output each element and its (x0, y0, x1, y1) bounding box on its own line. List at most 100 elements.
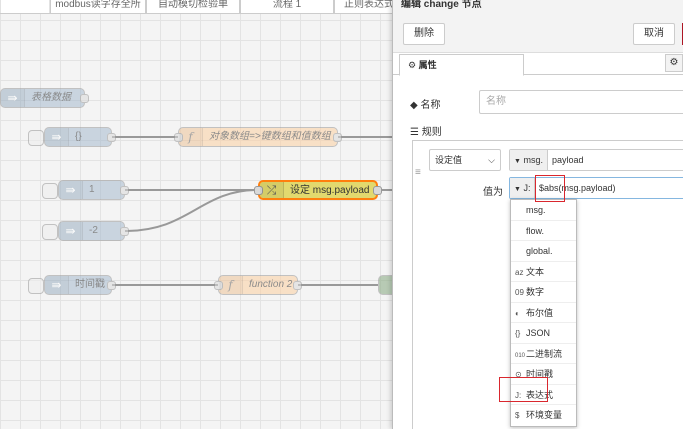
output-port[interactable] (107, 281, 116, 290)
node-label: 对象数组=>键数组和值数组 (209, 131, 331, 142)
inject-minus-two-node[interactable]: ⇛ -2 (42, 221, 129, 241)
editor-tabs: ⚙ 属性 ⚙ (393, 53, 683, 76)
node-label: 设定 msg.payload (290, 185, 370, 196)
clock-icon: ⊙ (515, 370, 522, 379)
text-type-icon: az (515, 267, 524, 277)
menu-item-msg[interactable]: msg. (511, 200, 576, 221)
output-port[interactable] (120, 186, 129, 195)
wires (112, 136, 392, 286)
number-type-icon: 09 (515, 288, 524, 297)
node-label: {} (75, 131, 82, 142)
target-value: payload (552, 155, 584, 165)
value-type-menu: msg. flow. global. az 文本 09 数字 ◐ 布尔值 {} JSON… (510, 199, 577, 427)
env-var-icon: $ (515, 411, 520, 420)
output-port[interactable] (373, 186, 382, 195)
list-icon: ☰ (410, 127, 419, 138)
inject-timestamp-node[interactable]: ⇛ 时间戳 (28, 275, 116, 295)
menu-item-label: 时间戳 (526, 369, 554, 379)
rule-target-input[interactable]: ▼ msg. payload (509, 149, 683, 171)
menu-item-label: 数字 (526, 287, 545, 297)
expression-icon: J: (523, 183, 531, 193)
json-type-icon: {} (515, 329, 521, 338)
name-label-text: 名称 (420, 100, 441, 111)
change-node-set-payload[interactable]: ⤮ 设定 msg.payload (254, 180, 382, 200)
shuffle-icon: ⤮ (260, 182, 284, 198)
function-node-2[interactable]: f function 2 (214, 275, 302, 295)
editor-toolbar: 删除 取消 (393, 13, 683, 53)
inject-button[interactable] (28, 278, 44, 294)
menu-item-string[interactable]: az 文本 (511, 262, 576, 282)
caret-down-icon: ▼ (514, 186, 521, 193)
output-port[interactable] (80, 94, 89, 103)
menu-item-timestamp[interactable]: ⊙ 时间戳 (511, 364, 576, 385)
inject-one-node[interactable]: ⇛ 1 (42, 180, 129, 200)
menu-item-label: 环境变量 (526, 410, 563, 420)
name-input[interactable]: 名称 (479, 90, 683, 114)
rule-action-select[interactable]: 设定值 ⌵ (429, 149, 501, 171)
value-type-button[interactable]: ▼ J: (510, 178, 536, 198)
menu-item-label: flow. (526, 225, 545, 236)
menu-item-expression[interactable]: J: 表达式 (511, 385, 576, 405)
expression-icon: J: (515, 390, 522, 400)
arrow-icon: ⇛ (1, 89, 25, 107)
rules-label: ☰ 规则 (410, 123, 442, 138)
debug-node[interactable] (378, 275, 392, 295)
menu-item-flow[interactable]: flow. (511, 221, 576, 241)
inject-button[interactable] (28, 130, 44, 146)
function-node-obj-to-arrays[interactable]: f 对象数组=>键数组和值数组 (174, 127, 342, 147)
menu-item-label: 表达式 (526, 389, 554, 400)
output-port[interactable] (120, 227, 129, 236)
menu-item-label: 布尔值 (526, 307, 554, 318)
cancel-button[interactable]: 取消 (633, 23, 675, 45)
node-label: 时间戳 (75, 279, 105, 290)
menu-item-label: JSON (526, 328, 551, 338)
table-data-node[interactable]: ⇛ 表格数据 (0, 88, 89, 108)
binary-type-icon: 010 (515, 352, 526, 359)
node-label: 1 (89, 184, 95, 195)
output-port[interactable] (293, 281, 302, 290)
menu-item-env[interactable]: $ 环境变量 (511, 405, 576, 426)
flow-workspace[interactable]: modbus读字存全所 自动模切检验单 流程 1 正则表达式 ⇛ 表格数据 ⇛ … (0, 0, 392, 429)
arrow-icon: ⇛ (59, 222, 83, 240)
output-port[interactable] (107, 133, 116, 142)
rules-label-text: 规则 (421, 127, 442, 138)
tab-properties[interactable]: ⚙ 属性 (399, 54, 524, 76)
output-port[interactable] (333, 133, 342, 142)
gear-icon: ⚙ (669, 57, 679, 68)
rule-value-text: $abs(msg.payload) (539, 183, 616, 193)
menu-item-label: 文本 (526, 266, 545, 277)
delete-button[interactable]: 删除 (403, 23, 445, 45)
inject-button[interactable] (42, 224, 58, 240)
target-type-label: msg. (523, 155, 543, 165)
chevron-down-icon: ⌵ (488, 155, 495, 165)
gear-icon: ⚙ (408, 60, 417, 70)
menu-item-json[interactable]: {} JSON (511, 323, 576, 344)
rule-action-value: 设定值 (435, 155, 463, 165)
menu-item-number[interactable]: 09 数字 (511, 282, 576, 303)
menu-item-label: global. (526, 246, 553, 256)
caret-down-icon: ▼ (514, 158, 521, 165)
rule-value-input[interactable]: ▼ J: $abs(msg.payload) (509, 177, 683, 199)
node-label: function 2 (249, 279, 293, 290)
node-settings-button[interactable]: ⚙ (665, 54, 683, 72)
menu-item-boolean[interactable]: ◐ 布尔值 (511, 303, 576, 323)
inject-braces-node[interactable]: ⇛ {} (28, 127, 116, 147)
node-label: -2 (89, 225, 98, 236)
menu-item-label: msg. (526, 205, 546, 215)
function-icon: f (179, 128, 203, 146)
arrow-icon: ⇛ (59, 181, 83, 199)
arrow-icon: ⇛ (45, 276, 69, 294)
arrow-icon: ⇛ (45, 128, 69, 146)
target-type-button[interactable]: ▼ msg. (510, 150, 548, 170)
menu-item-label: 二进制流 (526, 348, 563, 359)
drag-handle-icon[interactable]: ≡ (415, 167, 421, 178)
to-label: 值为 (483, 187, 503, 198)
inject-button[interactable] (42, 183, 58, 199)
name-label: ◆ 名称 (410, 96, 440, 111)
editor-title: 编辑 change 节点 (393, 0, 683, 13)
menu-item-global[interactable]: global. (511, 241, 576, 262)
node-label: 表格数据 (31, 92, 71, 103)
function-icon: f (219, 276, 243, 294)
menu-item-binary[interactable]: 010二进制流 (511, 344, 576, 364)
tab-properties-label: 属性 (418, 60, 437, 70)
